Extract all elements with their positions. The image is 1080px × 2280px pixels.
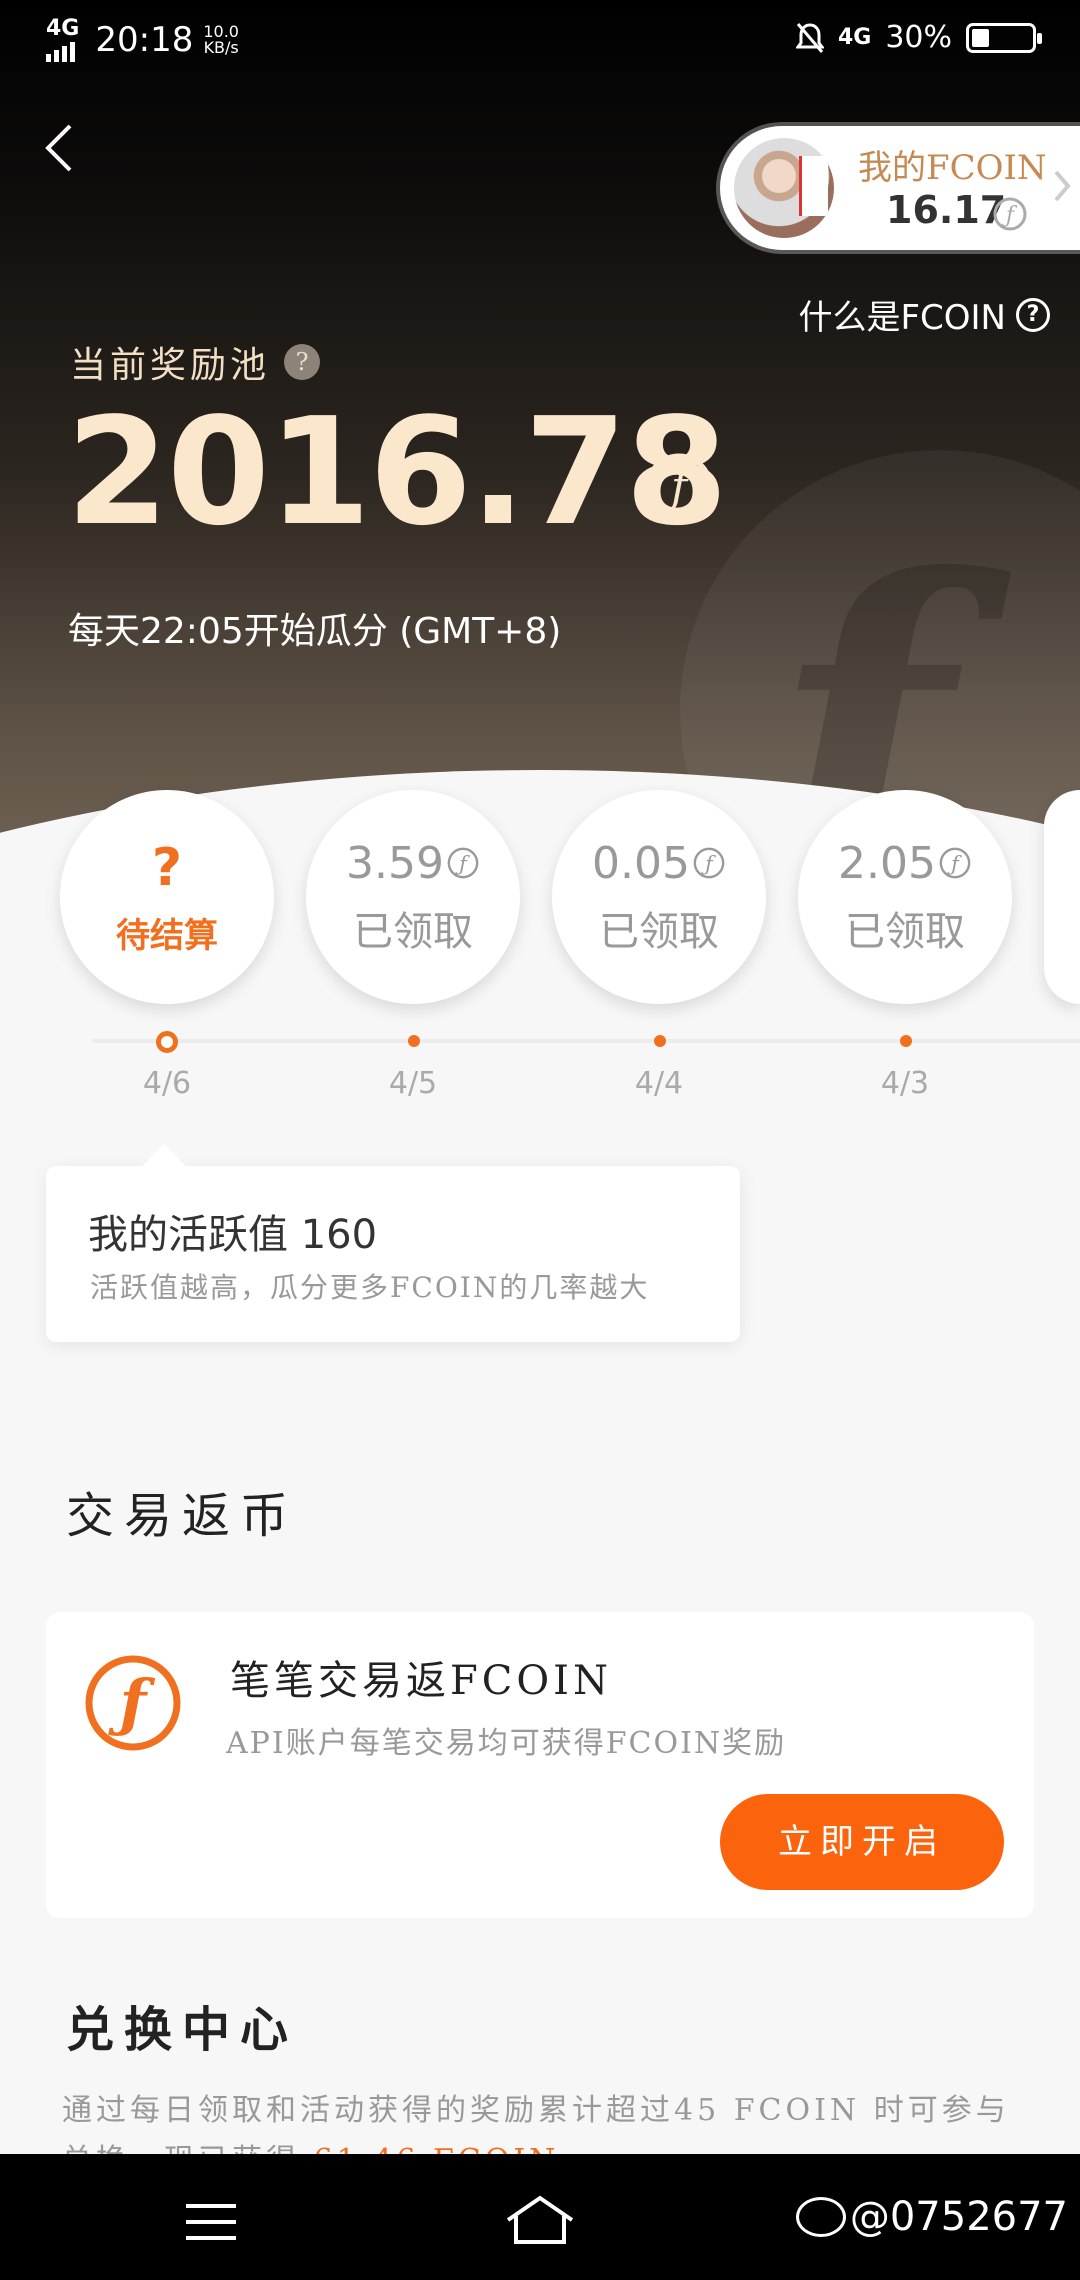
menu-icon[interactable]: [184, 2202, 238, 2242]
timeline-dot: [900, 1035, 912, 1047]
day-date: 4/6: [142, 1066, 192, 1101]
my-fcoin-label: 我的FCOIN: [858, 148, 1047, 188]
day-card-partial[interactable]: [1044, 790, 1080, 1004]
day-value: 2.05: [838, 837, 936, 889]
svg-text:ƒ: ƒ: [455, 852, 470, 876]
day-date: 4/4: [634, 1066, 684, 1101]
day-value: 0.05: [592, 837, 690, 889]
svg-text:ƒ: ƒ: [1001, 203, 1018, 228]
chevron-right-icon: [1054, 170, 1071, 202]
day-card[interactable]: 2.05 ƒ 已领取: [798, 790, 1012, 1004]
day-status: 已领取: [845, 908, 965, 955]
fcoin-icon: ƒ: [85, 1655, 181, 1751]
fcoin-icon: ƒ: [693, 847, 725, 879]
trade-card-subtitle: API账户每笔交易均可获得FCOIN奖励: [226, 1726, 787, 1761]
day-card[interactable]: 3.59 ƒ 已领取: [306, 790, 520, 1004]
pool-value: 2016.78: [66, 386, 728, 558]
timeline: [92, 1039, 1080, 1043]
activity-card: 我的活跃值 160 活跃值越高，瓜分更多FCOIN的几率越大: [46, 1144, 740, 1342]
exchange-section-title: 兑换中心: [66, 2002, 299, 2058]
svg-text:ƒ: ƒ: [662, 462, 694, 513]
day-card[interactable]: 0.05 ƒ 已领取: [552, 790, 766, 1004]
activity-title: 我的活跃值 160: [88, 1212, 378, 1258]
pool-help-icon[interactable]: ?: [284, 344, 321, 380]
battery-icon: [966, 22, 1042, 53]
day-value: 3.59: [346, 837, 444, 889]
day-date: 4/3: [880, 1066, 930, 1101]
day-status: 已领取: [353, 908, 473, 955]
trade-section-title: 交易返币: [66, 1488, 299, 1544]
home-icon[interactable]: [504, 2194, 576, 2246]
signal-icon: 4G: [46, 18, 79, 62]
pool-label: 当前奖励池 ?: [70, 336, 321, 388]
status-bar: 4G 20:18 10.0 KB/s 4G 30%: [0, 0, 1080, 80]
my-fcoin-value: 16.17: [886, 188, 1007, 232]
battery-percent: 30%: [885, 20, 952, 55]
network-speed: 10.0 KB/s: [203, 22, 239, 57]
avatar: [734, 138, 834, 238]
back-arrow-icon: [45, 124, 72, 172]
timeline-dot: [654, 1035, 666, 1047]
timeline-dot: [408, 1035, 420, 1047]
svg-text:ƒ: ƒ: [701, 852, 716, 876]
help-icon: ?: [1016, 297, 1050, 332]
back-button[interactable]: [40, 118, 80, 178]
day-value: ?: [151, 837, 183, 898]
fcoin-icon: ƒ: [447, 847, 479, 879]
pool-schedule: 每天22:05开始瓜分 (GMT+8): [68, 611, 562, 652]
my-fcoin-button[interactable]: 我的FCOIN 16.17 ƒ: [720, 126, 1080, 250]
day-date: 4/5: [388, 1066, 438, 1101]
trade-card: ƒ 笔笔交易返FCOIN API账户每笔交易均可获得FCOIN奖励 立即开启: [46, 1612, 1034, 1918]
day-status: 待结算: [116, 915, 218, 956]
fcoin-icon: ƒ: [939, 847, 971, 879]
mute-icon: [795, 22, 824, 54]
weibo-logo-icon: [795, 2197, 846, 2237]
timeline-dot-current: [156, 1031, 178, 1053]
enable-now-button[interactable]: 立即开启: [720, 1794, 1004, 1890]
day-status: 已领取: [599, 908, 719, 955]
fcoin-icon: ƒ: [645, 453, 713, 521]
watermark: @0752677: [795, 2194, 1068, 2240]
day-card-pending[interactable]: ? 待结算: [60, 790, 274, 1004]
mobile-data-icon: 4G: [837, 25, 872, 50]
fcoin-icon: ƒ: [993, 197, 1027, 231]
what-is-fcoin-link[interactable]: 什么是FCOIN ?: [798, 290, 1050, 339]
svg-text:ƒ: ƒ: [108, 1666, 156, 1739]
system-nav-bar: @0752677: [0, 2154, 1080, 2280]
what-is-fcoin-label: 什么是FCOIN: [798, 298, 1006, 338]
svg-text:ƒ: ƒ: [947, 852, 962, 876]
clock: 20:18: [95, 20, 194, 60]
trade-card-title: 笔笔交易返FCOIN: [230, 1658, 612, 1704]
activity-subtitle: 活跃值越高，瓜分更多FCOIN的几率越大: [90, 1271, 650, 1304]
network-type: 4G: [46, 16, 80, 41]
